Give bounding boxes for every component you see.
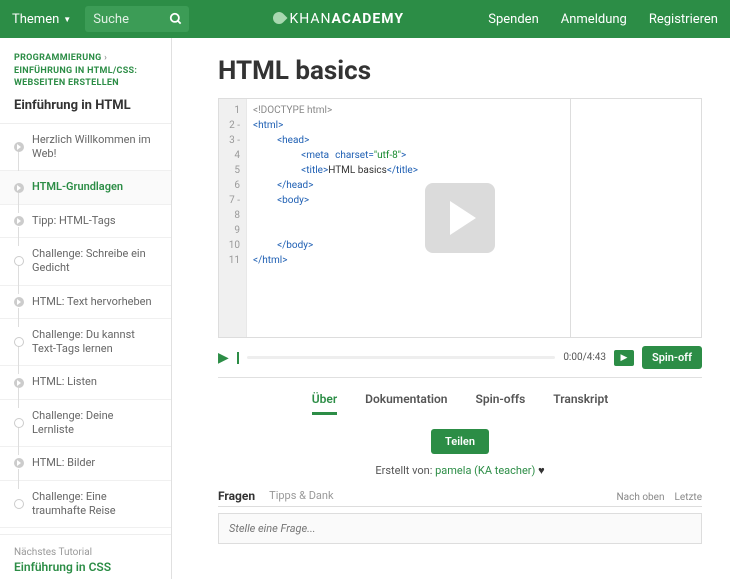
gutter-line: 4: [219, 148, 240, 163]
nav-register[interactable]: Registrieren: [649, 12, 718, 27]
tab-spinoffs[interactable]: Spin-offs: [476, 392, 526, 415]
question-input[interactable]: [218, 513, 702, 544]
editor-divider: [570, 99, 571, 337]
list-item[interactable]: Challenge: Du kannst Text-Tags lernen: [0, 319, 171, 367]
list-item[interactable]: HTML-Grundlagen: [0, 171, 171, 204]
qa-sort-top[interactable]: Nach oben: [617, 492, 665, 503]
editor-gutter: 12 -3 -4567 -891011: [219, 99, 247, 337]
main-content: HTML basics 12 -3 -4567 -891011 <!DOCTYP…: [172, 38, 730, 579]
play-overlay-icon[interactable]: [425, 183, 495, 253]
breadcrumb: PROGRAMMIERUNG › EINFÜHRUNG IN HTML/CSS:…: [0, 52, 171, 90]
play-icon: [14, 183, 24, 193]
author-line: Erstellt von: pamela (KA teacher) ♥: [218, 464, 702, 489]
app-header: Themen ▼ KHANACADEMY Spenden Anmeldung R…: [0, 0, 730, 38]
gutter-line: 11: [219, 253, 240, 268]
lesson-label: Herzlich Willkommen im Web!: [32, 133, 157, 162]
lesson-label: HTML-Grundlagen: [32, 180, 123, 194]
gutter-line: 9: [219, 223, 240, 238]
list-item[interactable]: Challenge: Schreibe ein Gedicht: [0, 238, 171, 286]
qa-sort-recent[interactable]: Letzte: [675, 492, 703, 503]
header-nav: Spenden Anmeldung Registrieren: [488, 12, 718, 27]
gutter-line: 10: [219, 238, 240, 253]
nav-donate[interactable]: Spenden: [488, 12, 539, 27]
gutter-line: 8: [219, 208, 240, 223]
share-button[interactable]: Teilen: [431, 429, 489, 454]
lesson-label: HTML: Bilder: [32, 456, 95, 470]
content-tabs: Über Dokumentation Spin-offs Transkript: [218, 378, 702, 425]
next-tutorial-label: Nächstes Tutorial: [14, 547, 157, 558]
list-item[interactable]: Tipp: HTML-Tags: [0, 205, 171, 238]
star-icon: [14, 256, 24, 266]
tab-transcript[interactable]: Transkript: [553, 392, 608, 415]
author-link[interactable]: pamela (KA teacher): [435, 464, 535, 477]
progress-track[interactable]: [247, 356, 556, 359]
gutter-line: 1: [219, 103, 240, 118]
lesson-label: HTML: Text hervorheben: [32, 295, 152, 309]
next-tutorial[interactable]: Nächstes Tutorial Einführung in CSS: [0, 534, 171, 579]
chevron-down-icon: ▼: [63, 15, 71, 24]
brand-logo[interactable]: KHANACADEMY: [189, 11, 488, 27]
breadcrumb-1[interactable]: PROGRAMMIERUNG: [14, 53, 102, 63]
list-item[interactable]: Challenge: Deine Lernliste: [0, 400, 171, 448]
leaf-icon: [271, 10, 288, 27]
sidebar: PROGRAMMIERUNG › EINFÜHRUNG IN HTML/CSS:…: [0, 38, 172, 579]
search-icon: [169, 12, 183, 26]
lesson-list: Herzlich Willkommen im Web! HTML-Grundlag…: [0, 123, 171, 528]
play-icon: [14, 458, 24, 468]
spinoff-button[interactable]: Spin-off: [642, 346, 702, 369]
search-input[interactable]: [85, 12, 163, 27]
list-item[interactable]: HTML: Listen: [0, 366, 171, 399]
tab-about[interactable]: Über: [312, 392, 337, 415]
tab-docs[interactable]: Dokumentation: [365, 392, 447, 415]
gutter-line: 6: [219, 178, 240, 193]
play-icon: [14, 216, 24, 226]
qa-tab-tips[interactable]: Tipps & Dank: [269, 489, 333, 503]
page-title: HTML basics: [218, 56, 702, 86]
star-icon: [14, 337, 24, 347]
qa-header: Fragen Tipps & Dank Nach oben Letzte: [218, 489, 702, 507]
video-controls: ▶ 0:00/4:43 ▶ Spin-off: [218, 338, 702, 378]
qa-tab-questions[interactable]: Fragen: [218, 489, 255, 503]
star-icon: [14, 499, 24, 509]
time-display: 0:00/4:43: [563, 352, 606, 363]
list-item[interactable]: Herzlich Willkommen im Web!: [0, 124, 171, 172]
share-row: Teilen: [218, 425, 702, 464]
speed-button[interactable]: ▶: [614, 350, 634, 366]
lesson-label: Challenge: Eine traumhafte Reise: [32, 490, 157, 519]
search-box: [85, 6, 189, 32]
heart-icon[interactable]: ♥: [538, 464, 545, 477]
lesson-label: Tipp: HTML-Tags: [32, 214, 116, 228]
play-icon: [14, 142, 24, 152]
star-icon: [14, 418, 24, 428]
gutter-line: 5: [219, 163, 240, 178]
play-icon: [14, 297, 24, 307]
nav-login[interactable]: Anmeldung: [561, 12, 627, 27]
lesson-label: Challenge: Schreibe ein Gedicht: [32, 247, 157, 276]
lesson-label: HTML: Listen: [32, 375, 97, 389]
gutter-line: 2 -: [219, 118, 240, 133]
list-item[interactable]: HTML: Text hervorheben: [0, 286, 171, 319]
sidebar-heading: Einführung in HTML: [0, 90, 171, 123]
play-icon: [14, 378, 24, 388]
next-tutorial-title: Einführung in CSS: [14, 560, 157, 574]
progress-thumb[interactable]: [237, 352, 239, 364]
play-button[interactable]: ▶: [218, 350, 229, 366]
gutter-line: 7 -: [219, 193, 240, 208]
lesson-label: Challenge: Du kannst Text-Tags lernen: [32, 328, 157, 357]
themes-dropdown[interactable]: Themen ▼: [12, 12, 71, 27]
lesson-label: Challenge: Deine Lernliste: [32, 409, 157, 438]
code-editor[interactable]: 12 -3 -4567 -891011 <!DOCTYPE html> <htm…: [218, 98, 702, 338]
search-button[interactable]: [163, 6, 189, 32]
gutter-line: 3 -: [219, 133, 240, 148]
list-item[interactable]: HTML: Bilder: [0, 447, 171, 480]
breadcrumb-2[interactable]: EINFÜHRUNG IN HTML/CSS: WEBSEITEN ERSTEL…: [14, 66, 137, 89]
list-item[interactable]: Challenge: Eine traumhafte Reise: [0, 481, 171, 529]
themes-label: Themen: [12, 12, 59, 27]
